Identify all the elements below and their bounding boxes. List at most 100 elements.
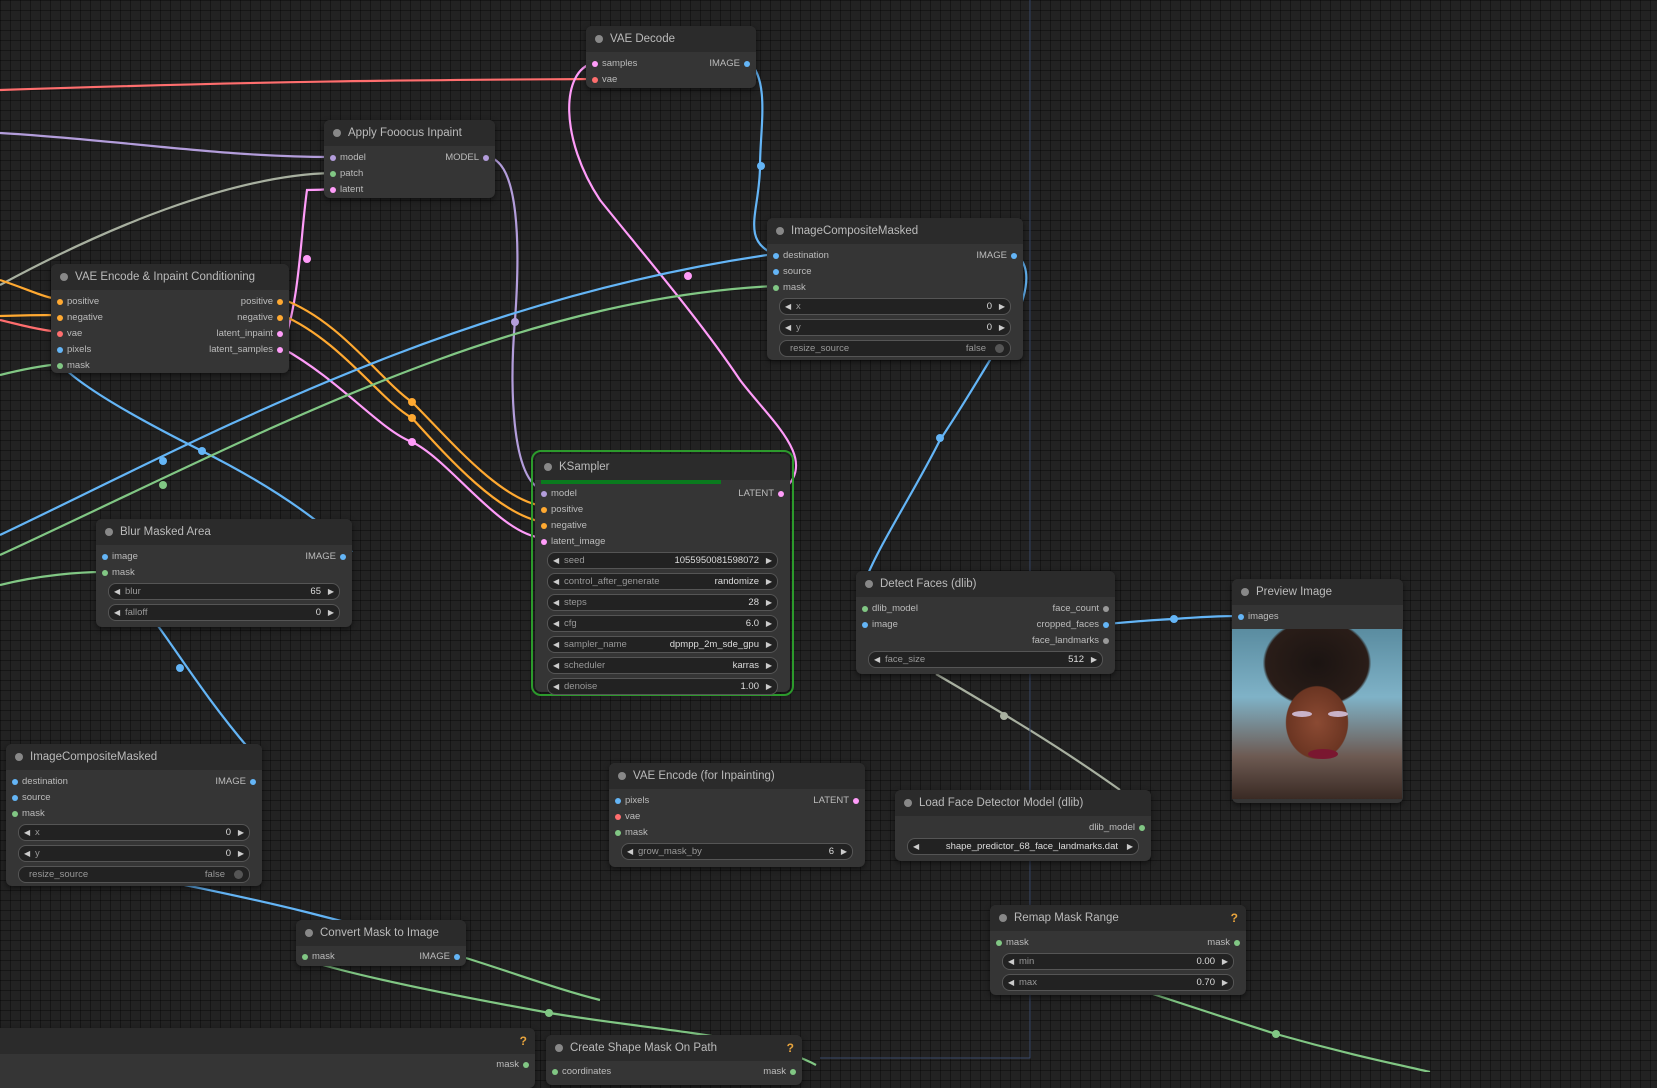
increment-arrow-icon[interactable]: ▶	[766, 637, 772, 652]
input-slot-images[interactable]	[1238, 614, 1244, 620]
increment-arrow-icon[interactable]: ▶	[999, 299, 1005, 314]
input-slot-mask[interactable]	[615, 830, 621, 836]
output-slot-image[interactable]	[454, 954, 460, 960]
output-slot-positive[interactable]	[277, 299, 283, 305]
node-title[interactable]: ?	[0, 1028, 535, 1054]
input-slot-mask[interactable]	[12, 811, 18, 817]
collapse-dot[interactable]	[15, 753, 23, 761]
output-slot-latent[interactable]	[853, 798, 859, 804]
collapse-dot[interactable]	[618, 772, 626, 780]
increment-arrow-icon[interactable]: ▶	[1222, 954, 1228, 969]
widget-falloff[interactable]: ◀ falloff 0 ▶	[108, 604, 340, 621]
toggle-resize-source[interactable]: resize_source false	[779, 340, 1011, 357]
help-badge-icon[interactable]: ?	[787, 1035, 794, 1061]
node-apply-fooocus-inpaint[interactable]: Apply Fooocus Inpaint model MODEL patch …	[324, 120, 495, 198]
collapse-dot[interactable]	[555, 1044, 563, 1052]
collapse-dot[interactable]	[60, 273, 68, 281]
widget-shape-predictor[interactable]: ◀ shape_predictor_68_face_landmarks.dat ▶	[907, 838, 1139, 855]
increment-arrow-icon[interactable]: ▶	[841, 844, 847, 859]
decrement-arrow-icon[interactable]: ◀	[627, 844, 633, 859]
input-slot-destination[interactable]	[773, 253, 779, 259]
node-vae-decode[interactable]: VAE Decode samples IMAGE vae	[586, 26, 756, 88]
collapse-dot[interactable]	[544, 463, 552, 471]
input-slot-model[interactable]	[330, 155, 336, 161]
decrement-arrow-icon[interactable]: ◀	[553, 637, 559, 652]
input-slot-mask[interactable]	[57, 363, 63, 369]
increment-arrow-icon[interactable]: ▶	[328, 605, 334, 620]
decrement-arrow-icon[interactable]: ◀	[24, 846, 30, 861]
node-title[interactable]: Detect Faces (dlib)	[856, 571, 1115, 597]
collapse-dot[interactable]	[904, 799, 912, 807]
increment-arrow-icon[interactable]: ▶	[328, 584, 334, 599]
preview-image-thumbnail[interactable]	[1232, 629, 1402, 799]
output-slot-image[interactable]	[744, 61, 750, 67]
collapse-dot[interactable]	[305, 929, 313, 937]
input-slot-pixels[interactable]	[57, 347, 63, 353]
widget-y[interactable]: ◀ y 0 ▶	[18, 845, 250, 862]
node-vae-encode-inpaint-conditioning[interactable]: VAE Encode & Inpaint Conditioning positi…	[51, 264, 289, 373]
input-slot-vae[interactable]	[57, 331, 63, 337]
decrement-arrow-icon[interactable]: ◀	[913, 839, 919, 854]
decrement-arrow-icon[interactable]: ◀	[785, 320, 791, 335]
decrement-arrow-icon[interactable]: ◀	[553, 595, 559, 610]
output-slot-latent-samples[interactable]	[277, 347, 283, 353]
input-slot-negative[interactable]	[57, 315, 63, 321]
input-slot-source[interactable]	[12, 795, 18, 801]
output-slot-image[interactable]	[1011, 253, 1017, 259]
increment-arrow-icon[interactable]: ▶	[238, 825, 244, 840]
node-title[interactable]: Load Face Detector Model (dlib)	[895, 790, 1151, 816]
node-title[interactable]: Convert Mask to Image	[296, 920, 466, 946]
output-slot-mask[interactable]	[523, 1062, 529, 1068]
widget-control-after-generate[interactable]: ◀ control_after_generate randomize ▶	[547, 573, 778, 590]
widget-blur[interactable]: ◀ blur 65 ▶	[108, 583, 340, 600]
node-image-composite-masked-1[interactable]: ImageCompositeMasked destination IMAGE s…	[767, 218, 1023, 360]
widget-cfg[interactable]: ◀ cfg 6.0 ▶	[547, 615, 778, 632]
widget-x[interactable]: ◀ x 0 ▶	[779, 298, 1011, 315]
output-slot-face-count[interactable]	[1103, 606, 1109, 612]
collapse-dot[interactable]	[865, 580, 873, 588]
decrement-arrow-icon[interactable]: ◀	[114, 584, 120, 599]
node-detect-faces[interactable]: Detect Faces (dlib) dlib_model face_coun…	[856, 571, 1115, 674]
output-slot-latent[interactable]	[778, 491, 784, 497]
widget-sampler-name[interactable]: ◀ sampler_name dpmpp_2m_sde_gpu ▶	[547, 636, 778, 653]
input-slot-pixels[interactable]	[615, 798, 621, 804]
node-title[interactable]: Create Shape Mask On Path?	[546, 1035, 802, 1061]
node-convert-mask-to-image[interactable]: Convert Mask to Image mask IMAGE	[296, 920, 466, 966]
widget-scheduler[interactable]: ◀ scheduler karras ▶	[547, 657, 778, 674]
decrement-arrow-icon[interactable]: ◀	[553, 553, 559, 568]
increment-arrow-icon[interactable]: ▶	[766, 658, 772, 673]
node-title[interactable]: Blur Masked Area	[96, 519, 352, 545]
input-slot-positive[interactable]	[57, 299, 63, 305]
output-slot-negative[interactable]	[277, 315, 283, 321]
input-slot-negative[interactable]	[541, 523, 547, 529]
widget-min[interactable]: ◀ min 0.00 ▶	[1002, 953, 1234, 970]
output-slot-face-landmarks[interactable]	[1103, 638, 1109, 644]
output-slot-model[interactable]	[483, 155, 489, 161]
node-title[interactable]: Apply Fooocus Inpaint	[324, 120, 495, 146]
input-slot-dlib-model[interactable]	[862, 606, 868, 612]
input-slot-mask[interactable]	[302, 954, 308, 960]
increment-arrow-icon[interactable]: ▶	[1222, 975, 1228, 990]
decrement-arrow-icon[interactable]: ◀	[553, 679, 559, 694]
collapse-dot[interactable]	[105, 528, 113, 536]
node-title[interactable]: VAE Decode	[586, 26, 756, 52]
widget-face-size[interactable]: ◀ face_size 512 ▶	[868, 651, 1103, 668]
decrement-arrow-icon[interactable]: ◀	[874, 652, 880, 667]
increment-arrow-icon[interactable]: ▶	[766, 574, 772, 589]
widget-y[interactable]: ◀ y 0 ▶	[779, 319, 1011, 336]
output-slot-image[interactable]	[340, 554, 346, 560]
increment-arrow-icon[interactable]: ▶	[1091, 652, 1097, 667]
output-slot-cropped-faces[interactable]	[1103, 622, 1109, 628]
collapse-dot[interactable]	[776, 227, 784, 235]
collapse-dot[interactable]	[333, 129, 341, 137]
decrement-arrow-icon[interactable]: ◀	[1008, 954, 1014, 969]
input-slot-destination[interactable]	[12, 779, 18, 785]
increment-arrow-icon[interactable]: ▶	[766, 595, 772, 610]
node-title[interactable]: Remap Mask Range?	[990, 905, 1246, 931]
help-badge-icon[interactable]: ?	[1231, 905, 1238, 931]
node-title[interactable]: KSampler	[535, 454, 790, 480]
node-vae-encode-for-inpainting[interactable]: VAE Encode (for Inpainting) pixels LATEN…	[609, 763, 865, 867]
widget-steps[interactable]: ◀ steps 28 ▶	[547, 594, 778, 611]
node-ksampler[interactable]: KSampler model LATENT positive negative …	[531, 450, 794, 696]
node-load-face-detector[interactable]: Load Face Detector Model (dlib) dlib_mod…	[895, 790, 1151, 861]
